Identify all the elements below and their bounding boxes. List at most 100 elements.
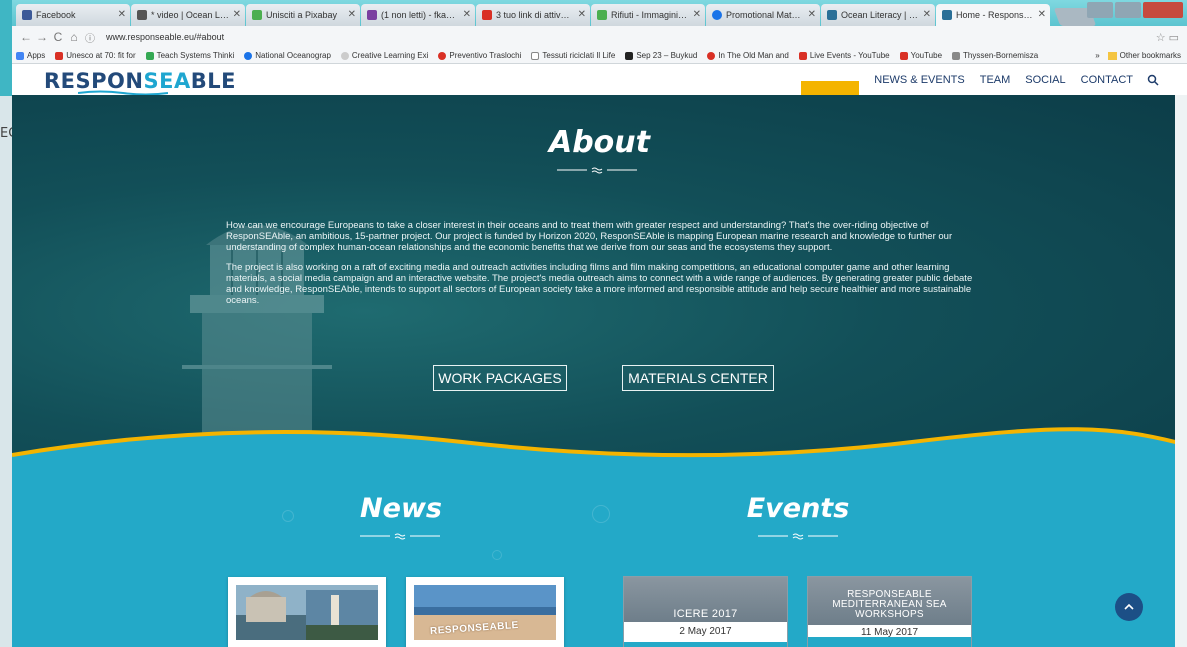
bookmark-favicon-icon	[438, 51, 447, 60]
about-title: About	[548, 125, 650, 160]
apps-icon	[16, 51, 24, 60]
event-name: RESPONSEABLE MEDITERRANEAN SEA WORKSHOPS	[808, 577, 971, 625]
bookmark-item[interactable]: Sep 23 – Buykud	[625, 51, 697, 60]
gmail-icon	[482, 10, 492, 20]
bookmark-item[interactable]: Creative Learning Exi	[340, 51, 428, 60]
bookmark-item[interactable]: Live Events - YouTube	[798, 51, 890, 60]
browser-tab[interactable]: Facebook ✕	[16, 4, 130, 26]
browser-tab[interactable]: Promotional Material ✕	[706, 4, 820, 26]
nav-social[interactable]: SOCIAL	[1025, 74, 1065, 86]
tab-label: Ocean Literacy | Underst	[841, 10, 919, 20]
nav-news-events[interactable]: NEWS & EVENTS	[874, 74, 964, 86]
bookmark-favicon-icon	[340, 51, 349, 60]
bookmark-label: Unesco at 70: fit for	[66, 51, 136, 60]
news-card[interactable]: RESPONSEABLE	[406, 577, 564, 647]
close-icon[interactable]: ✕	[808, 9, 816, 20]
event-date: 2 May 2017	[624, 622, 787, 642]
maximize-button[interactable]	[1115, 2, 1141, 18]
event-card[interactable]: RESPONSEABLE MEDITERRANEAN SEA WORKSHOPS…	[807, 576, 972, 647]
tab-favicon-icon	[597, 10, 607, 20]
close-icon[interactable]: ✕	[923, 9, 931, 20]
bookmark-favicon-icon	[55, 51, 64, 60]
tab-label: Facebook	[36, 10, 76, 20]
browser-tab[interactable]: Unisciti a Pixabay ✕	[246, 4, 360, 26]
browser-tab-bar: Facebook ✕ * video | Ocean Literacy ✕ Unis…	[12, 0, 1187, 26]
window-close-button[interactable]	[1143, 2, 1183, 18]
bookmark-label: Sep 23 – Buykud	[636, 51, 698, 60]
decorative-bubble	[592, 505, 610, 523]
info-icon: ⓘ	[85, 33, 95, 45]
folder-icon	[1107, 51, 1117, 60]
close-icon[interactable]: ✕	[233, 9, 241, 20]
news-title: News	[360, 493, 442, 524]
close-icon[interactable]: ✕	[463, 9, 471, 20]
close-icon[interactable]: ✕	[578, 9, 586, 20]
chevron-right-icon[interactable]: »	[1095, 51, 1099, 60]
about-paragraph: How can we encourage Europeans to take a…	[226, 220, 953, 253]
tab-favicon-icon	[827, 10, 837, 20]
wave-divider-icon	[360, 533, 440, 540]
tab-label: Rifiuti - Immagini gratis	[611, 10, 689, 20]
nav-team[interactable]: TEAM	[980, 74, 1011, 86]
back-arrow-icon[interactable]: ←	[18, 30, 34, 44]
tab-favicon-icon	[137, 10, 147, 20]
close-icon[interactable]: ✕	[118, 9, 126, 20]
search-icon[interactable]	[1147, 74, 1159, 86]
close-icon[interactable]: ✕	[348, 9, 356, 20]
tab-label: 3 tuo link di attivazione	[496, 10, 574, 20]
scroll-to-top-button[interactable]	[1115, 593, 1143, 621]
bookmark-star-icon[interactable]: ☆ ▭	[1156, 31, 1179, 44]
bookmark-item[interactable]: YouTube	[899, 51, 943, 60]
browser-tab-active[interactable]: Home - Responseable ✕	[936, 4, 1050, 26]
browser-tab[interactable]: * video | Ocean Literacy ✕	[131, 4, 245, 26]
bookmark-item[interactable]: In The Old Man and	[707, 51, 789, 60]
event-card[interactable]: ICERE 2017 2 May 2017	[623, 576, 788, 647]
forward-arrow-icon[interactable]: →	[34, 30, 50, 44]
bookmark-favicon-icon	[145, 51, 154, 60]
materials-center-button[interactable]: MATERIALS CENTER	[622, 365, 774, 391]
tab-label: * video | Ocean Literacy	[151, 10, 229, 20]
tab-label: (1 non letti) - fkantoro7	[381, 10, 459, 20]
youtube-icon	[798, 51, 807, 60]
decorative-bubble	[492, 550, 502, 560]
screen: EC Facebook ✕ * video | Ocean Literacy ✕ U…	[0, 0, 1187, 647]
page-icon	[531, 51, 540, 60]
close-icon[interactable]: ✕	[693, 9, 701, 20]
news-card[interactable]	[228, 577, 386, 647]
bookmark-item[interactable]: Thyssen-Bornemisza	[952, 51, 1038, 60]
browser-tab[interactable]: (1 non letti) - fkantoro7 ✕	[361, 4, 475, 26]
left-background-strip: EC	[0, 0, 17, 647]
about-text: How can we encourage Europeans to take a…	[226, 220, 976, 315]
other-bookmarks[interactable]: » Other bookmarks	[1095, 51, 1181, 60]
tab-favicon-icon	[942, 10, 952, 20]
window-controls	[1087, 2, 1183, 18]
tab-favicon-icon	[367, 10, 377, 20]
browser-tab[interactable]: Rifiuti - Immagini gratis ✕	[591, 4, 705, 26]
work-packages-button[interactable]: WORK PACKAGES	[433, 365, 567, 391]
news-card-image	[236, 585, 378, 640]
close-icon[interactable]: ✕	[1038, 9, 1046, 20]
bookmark-label: YouTube	[910, 51, 943, 60]
wave-separator	[12, 427, 1187, 480]
bookmark-item[interactable]: Apps	[16, 51, 45, 60]
minimize-button[interactable]	[1087, 2, 1113, 18]
tab-label: Unisciti a Pixabay	[266, 10, 338, 20]
bookmark-item[interactable]: Preventivo Traslochi	[438, 51, 521, 60]
bookmark-item[interactable]: Tessuti riciclati Il Life	[531, 51, 615, 60]
reload-icon[interactable]: C	[50, 30, 66, 44]
bookmark-item[interactable]: Unesco at 70: fit for	[55, 51, 136, 60]
bookmark-item[interactable]: National Oceanograp	[244, 51, 331, 60]
right-background-strip	[1175, 95, 1187, 647]
news-events-section: News Events RESPONSEABLE ICERE 2017 2 Ma…	[12, 455, 1187, 647]
home-icon[interactable]: ⌂	[66, 30, 82, 44]
events-title: Events	[746, 493, 850, 524]
browser-tab[interactable]: Ocean Literacy | Underst ✕	[821, 4, 935, 26]
url-field[interactable]: www.responseable.eu/#about	[106, 32, 224, 42]
bookmark-item[interactable]: Teach Systems Thinki	[145, 51, 234, 60]
main-nav: ABOUT NEWS & EVENTS TEAM SOCIAL CONTACT	[801, 64, 1159, 129]
bookmark-favicon-icon	[244, 51, 253, 60]
about-paragraph: The project is also working on a raft of…	[226, 262, 973, 306]
browser-tab[interactable]: 3 tuo link di attivazione ✕	[476, 4, 590, 26]
nav-contact[interactable]: CONTACT	[1081, 74, 1133, 86]
bookmark-favicon-icon	[707, 51, 716, 60]
